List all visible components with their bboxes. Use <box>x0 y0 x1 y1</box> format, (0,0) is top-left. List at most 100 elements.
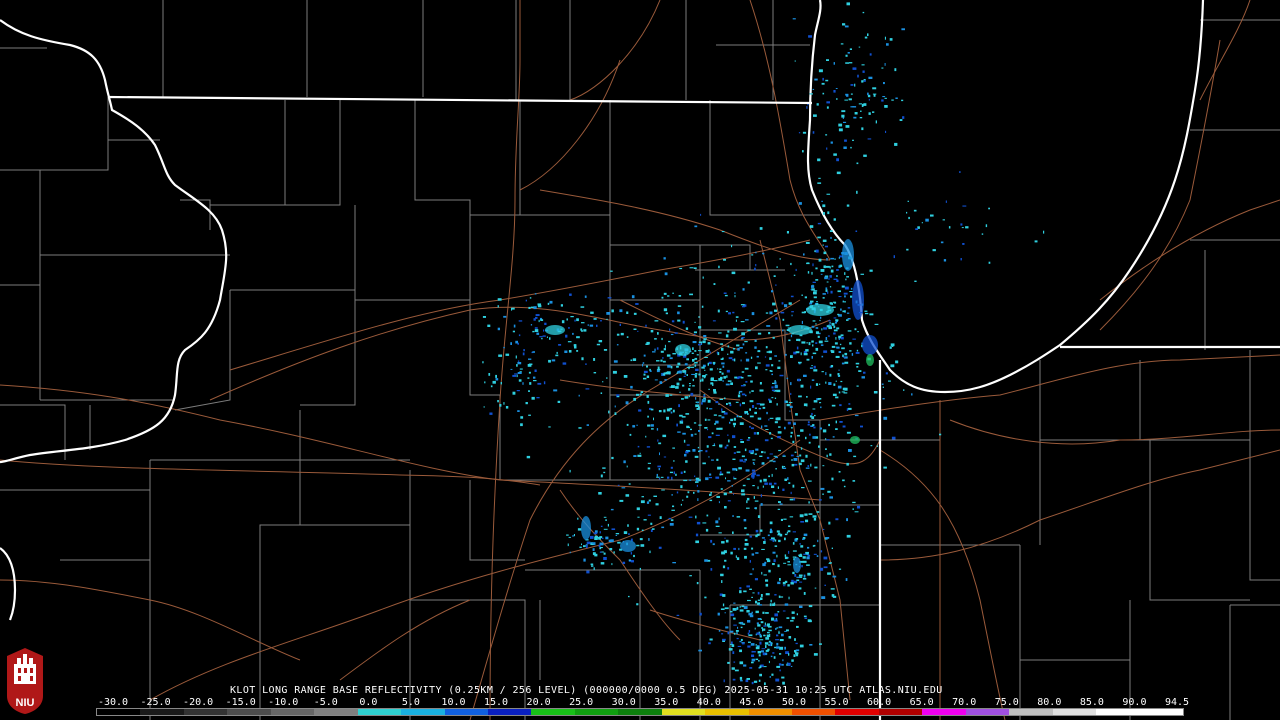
echo-pixel <box>875 120 877 124</box>
echo-pixel <box>782 329 784 332</box>
echo-pixel <box>809 93 813 95</box>
echo-pixel <box>856 366 859 368</box>
echo-pixel <box>661 526 665 529</box>
echo-pixel <box>643 370 648 373</box>
echo-pixel <box>828 382 832 385</box>
echo-pixel <box>638 409 642 412</box>
echo-pixel <box>792 440 795 444</box>
echo-pixel <box>636 393 640 396</box>
echo-pixel <box>544 322 547 325</box>
echo-pixel <box>627 524 629 527</box>
echo-pixel <box>790 435 792 438</box>
echo-cluster <box>866 354 874 366</box>
echo-pixel <box>806 262 810 265</box>
echo-pixel <box>749 425 751 428</box>
echo-pixel <box>666 416 669 420</box>
echo-pixel <box>679 267 683 270</box>
echo-pixel <box>647 400 650 404</box>
echo-pixel <box>826 281 829 283</box>
echo-pixel <box>744 367 749 370</box>
echo-pixel <box>816 555 819 557</box>
echo-pixel <box>686 358 689 361</box>
echo-pixel <box>784 554 787 557</box>
echo-pixel <box>831 547 833 549</box>
echo-pixel <box>802 150 804 153</box>
echo-pixel <box>643 519 647 521</box>
echo-pixel <box>819 643 822 645</box>
echo-pixel <box>774 613 778 617</box>
echo-pixel <box>768 569 771 573</box>
echo-pixel <box>517 362 522 365</box>
echo-pixel <box>798 202 802 205</box>
echo-pixel <box>608 410 610 414</box>
echo-pixel <box>753 432 757 435</box>
echo-pixel <box>862 70 865 73</box>
echo-pixel <box>860 273 864 275</box>
echo-pixel <box>769 460 773 462</box>
echo-pixel <box>733 425 735 428</box>
echo-pixel <box>808 441 811 444</box>
echo-pixel <box>718 532 722 534</box>
echo-pixel <box>807 424 810 426</box>
echo-pixel <box>694 433 697 435</box>
echo-pixel <box>738 547 740 551</box>
echo-pixel <box>682 384 685 387</box>
echo-pixel <box>744 555 747 559</box>
echo-pixel <box>791 427 793 429</box>
echo-pixel <box>679 391 681 393</box>
echo-pixel <box>819 383 821 385</box>
echo-pixel <box>793 458 798 461</box>
echo-pixel <box>726 369 730 373</box>
echo-pixel <box>812 281 816 283</box>
echo-pixel <box>662 357 664 359</box>
echo-pixel <box>760 650 764 653</box>
echo-pixel <box>802 538 805 540</box>
echo-pixel <box>804 617 808 619</box>
echo-pixel <box>850 93 853 95</box>
echo-pixel <box>696 354 699 356</box>
echo-pixel <box>829 324 831 327</box>
echo-pixel <box>741 371 745 373</box>
echo-pixel <box>839 404 842 407</box>
echo-pixel <box>774 594 777 596</box>
echo-pixel <box>678 378 682 381</box>
echo-pixel <box>735 555 737 558</box>
echo-pixel <box>581 543 582 546</box>
echo-pixel <box>820 273 823 275</box>
echo-pixel <box>753 496 755 499</box>
echo-pixel <box>769 453 773 455</box>
echo-pixel <box>650 522 653 525</box>
echo-pixel <box>727 567 730 570</box>
echo-pixel <box>728 439 730 443</box>
echo-pixel <box>828 326 832 330</box>
echo-pixel <box>662 373 666 376</box>
echo-pixel <box>852 480 856 482</box>
echo-pixel <box>911 393 913 396</box>
echo-pixel <box>786 332 788 334</box>
echo-pixel <box>771 364 774 367</box>
echo-pixel <box>539 336 543 338</box>
echo-pixel <box>786 377 789 380</box>
echo-pixel <box>721 416 725 419</box>
echo-pixel <box>744 448 747 452</box>
echo-pixel <box>671 385 675 388</box>
echo-pixel <box>981 233 984 235</box>
echo-pixel <box>883 466 887 469</box>
echo-pixel <box>776 634 779 637</box>
echo-pixel <box>925 218 929 222</box>
echo-pixel <box>593 567 595 571</box>
echo-pixel <box>614 412 617 415</box>
echo-pixel <box>585 388 590 390</box>
echo-pixel <box>694 374 697 378</box>
echo-pixel <box>765 593 770 596</box>
echo-pixel <box>808 342 811 346</box>
echo-pixel <box>707 399 711 403</box>
echo-pixel <box>664 272 668 276</box>
echo-pixel <box>626 465 628 468</box>
echo-pixel <box>696 408 700 410</box>
echo-pixel <box>822 429 827 433</box>
echo-pixel <box>602 467 606 469</box>
echo-pixel <box>741 489 745 493</box>
echo-pixel <box>787 584 790 587</box>
echo-pixel <box>792 531 796 533</box>
